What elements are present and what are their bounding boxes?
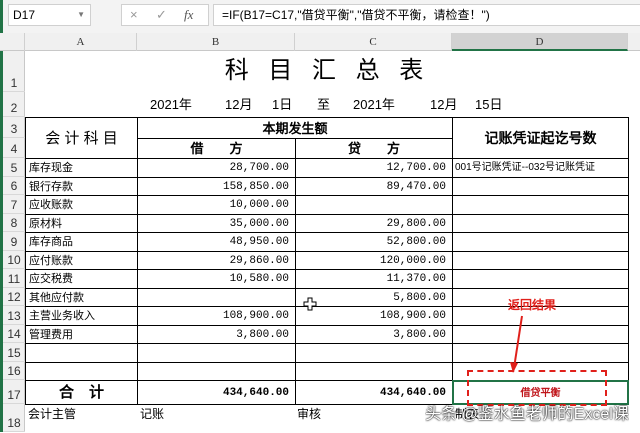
cursor-icon: [303, 297, 317, 311]
arrow-icon: [303, 297, 523, 373]
watermark: 头条 @鉴水鱼老师的Excel课: [425, 406, 629, 423]
